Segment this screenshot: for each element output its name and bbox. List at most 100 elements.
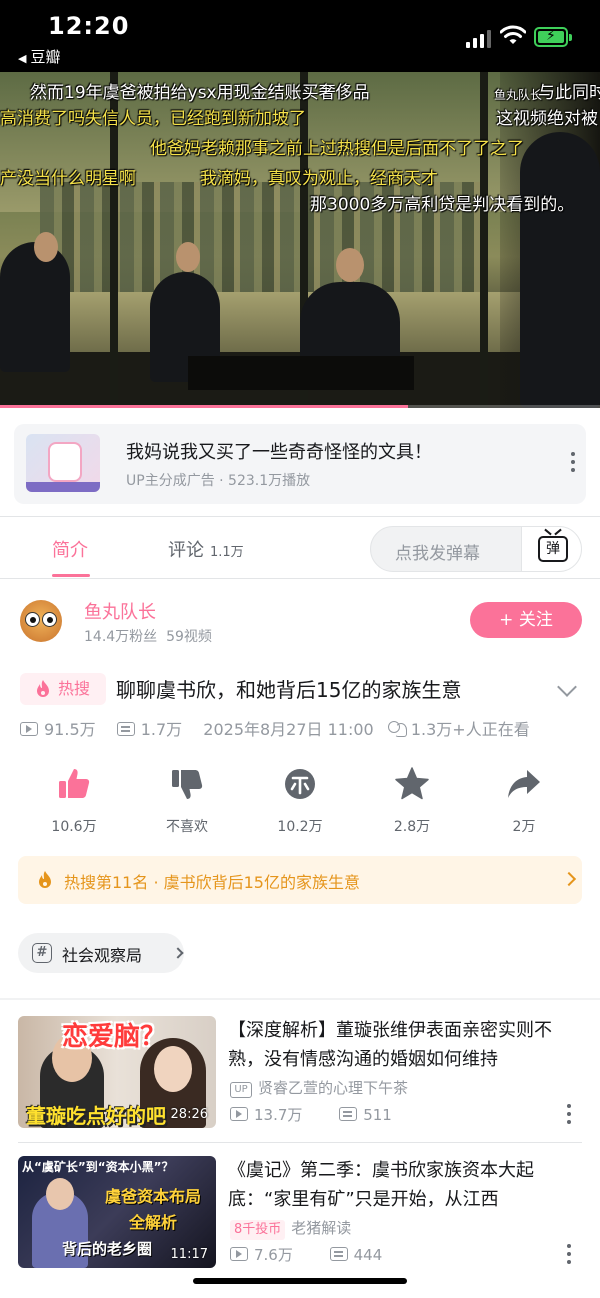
danmaku-comment: 然而19年虞爸被拍给ysx用现金结账买奢侈品 <box>30 83 370 103</box>
play-count-icon <box>230 1247 248 1261</box>
thumbs-up-icon <box>59 769 90 798</box>
divider <box>0 998 600 1000</box>
video-frame-person <box>520 132 600 408</box>
follow-button[interactable]: + 关注 <box>470 602 582 638</box>
play-count-icon <box>230 1107 248 1121</box>
more-options-icon[interactable] <box>566 1104 572 1128</box>
ad-thumbnail <box>26 434 100 492</box>
star-icon <box>395 767 429 800</box>
divider <box>0 578 600 579</box>
danmaku-comment: 高消费了吗失信人员，已经跑到新加坡了 <box>0 109 306 129</box>
uploader-videos: 59视频 <box>166 629 212 645</box>
favorite-count: 2.8万 <box>393 819 431 835</box>
more-options-icon[interactable] <box>566 1244 572 1268</box>
ad-card[interactable]: 我妈说我又买了一些奇奇怪怪的文具！ UP主分成广告 · 523.1万播放 <box>14 424 586 504</box>
uploader-meta: 14.4万粉丝 59视频 <box>84 626 212 646</box>
up-badge-icon: UP <box>230 1082 252 1098</box>
cellular-signal-icon <box>466 28 492 48</box>
danmaku-count: 1.7万 <box>116 720 190 739</box>
play-count-icon <box>20 722 38 736</box>
back-to-app-button[interactable]: ◀ 豆瓣 <box>18 46 60 67</box>
share-count: 2万 <box>512 819 536 835</box>
recommended-video-stats: 13.7万 511 <box>230 1104 424 1125</box>
recommended-video-title: 《虞记》第二季：虞书欣家族资本大起底：“家里有矿”只是开始，从江西 <box>228 1160 534 1210</box>
thumbnail-text: 虞爸资本布局全解析 <box>104 1187 201 1232</box>
uploader-avatar[interactable] <box>20 600 62 642</box>
danmaku-count-icon <box>116 722 135 736</box>
share-button[interactable]: 2万 <box>474 766 574 836</box>
flame-icon <box>39 871 51 888</box>
status-bar: 12:20 ◀ 豆瓣 ⚡ <box>0 0 600 72</box>
home-indicator[interactable] <box>193 1278 407 1284</box>
recommended-video-uploader: UP 贤睿乙萱的心理下午茶 <box>230 1077 408 1098</box>
divider <box>18 1142 582 1143</box>
uploader-name[interactable]: 鱼丸队长 <box>84 598 156 624</box>
active-tab-indicator <box>52 574 90 577</box>
recommended-video-stats: 7.6万 444 <box>230 1244 414 1265</box>
tab-comments[interactable]: 评论 1.1万 <box>168 536 244 562</box>
watching-now: 1.3万+人正在看 <box>387 720 538 739</box>
wifi-icon <box>500 25 526 44</box>
tab-comments-label: 评论 <box>168 540 204 561</box>
like-button[interactable]: 10.6万 <box>24 766 124 836</box>
hot-search-banner-text: 热搜第11名 · 虞书欣背后15亿的家族生意 <box>64 873 360 892</box>
back-app-label: 豆瓣 <box>30 48 61 66</box>
danmaku-comment: 那3000多万高利贷是判决看到的。 <box>310 195 575 215</box>
people-icon <box>387 721 407 737</box>
dislike-button[interactable]: 不喜欢 <box>137 766 237 836</box>
coin-icon <box>285 769 315 799</box>
tab-intro[interactable]: 简介 <box>52 536 88 562</box>
recommended-video-uploader: 8千投币 老猪解读 <box>230 1217 351 1240</box>
danmaku-toggle-button[interactable]: 弹 <box>521 527 581 571</box>
hot-search-tag-label: 热搜 <box>58 679 91 698</box>
chevron-right-icon <box>561 871 577 887</box>
hot-search-tag[interactable]: 热搜 <box>20 673 106 705</box>
uploader-fans: 14.4万粉丝 <box>84 629 158 645</box>
video-duration: 11:17 <box>170 1247 208 1262</box>
back-triangle-icon: ◀ <box>18 52 27 65</box>
thumbnail-text: 背后的老乡圈 <box>62 1240 153 1258</box>
thumbs-down-icon <box>172 770 203 799</box>
video-progress-fill <box>0 405 408 408</box>
danmaku-comment: 鱼丸队长 <box>494 88 543 102</box>
danmaku-comment: 产没当什么明星啊 <box>0 169 136 189</box>
video-stats: 91.5万 1.7万 2025年8月27日 11:00 1.3万+人正在看 <box>20 716 546 740</box>
danmaku-input[interactable]: 点我发弹幕 弹 <box>370 526 582 572</box>
danmaku-comment: 我滴妈，真叹为观止，经商天才 <box>200 169 438 189</box>
like-count: 10.6万 <box>51 819 97 835</box>
danmaku-comment: 他爸妈老赖那事之前上过热搜但是后面不了了之了 <box>150 139 524 159</box>
coin-button[interactable]: 10.2万 <box>250 766 350 836</box>
ad-title: 我妈说我又买了一些奇奇怪怪的文具！ <box>126 442 432 463</box>
video-thumbnail: 从“虞矿长”到“资本小黑”？ 虞爸资本布局全解析 背后的老乡圈 11:17 <box>18 1156 216 1268</box>
recommended-video[interactable]: 恋爱脑？ 董璇吃点好的吧 28:26 【深度解析】董璇张维伊表面亲密实则不熟，没… <box>0 1016 600 1146</box>
publish-date: 2025年8月27日 11:00 <box>203 720 374 739</box>
chevron-right-icon <box>172 947 184 959</box>
status-time: 12:20 <box>48 12 130 40</box>
coin-count: 10.2万 <box>277 819 323 835</box>
thumbnail-text: 恋爱脑？ <box>62 1022 167 1052</box>
share-icon <box>508 770 540 798</box>
ad-subtitle: UP主分成广告 · 523.1万播放 <box>126 473 311 489</box>
danmaku-tv-icon: 弹 <box>538 536 568 562</box>
divider <box>0 516 600 517</box>
more-options-icon[interactable] <box>570 452 576 476</box>
video-title: 聊聊虞书欣，和她背后15亿的家族生意 <box>116 678 462 702</box>
video-player[interactable]: 然而19年虞爸被拍给ysx用现金结账买奢侈品 高消费了吗失信人员，已经跑到新加坡… <box>0 72 600 408</box>
favorite-button[interactable]: 2.8万 <box>362 766 462 836</box>
danmaku-comment: 与此同时 <box>538 83 600 103</box>
video-thumbnail: 恋爱脑？ 董璇吃点好的吧 28:26 <box>18 1016 216 1128</box>
comments-count: 1.1万 <box>210 545 244 560</box>
channel-tag[interactable]: # 社会观察局 <box>18 933 184 973</box>
recommended-video[interactable]: 从“虞矿长”到“资本小黑”？ 虞爸资本布局全解析 背后的老乡圈 11:17 《虞… <box>0 1156 600 1286</box>
thumbnail-text: 从“虞矿长”到“资本小黑”？ <box>22 1160 174 1174</box>
battery-charging-icon: ⚡ <box>534 27 572 47</box>
danmaku-count-icon <box>339 1107 358 1121</box>
flame-icon <box>37 680 49 697</box>
view-count: 91.5万 <box>20 720 104 739</box>
video-duration: 28:26 <box>170 1107 208 1122</box>
video-frame-person <box>0 242 70 372</box>
hot-search-banner[interactable]: 热搜第11名 · 虞书欣背后15亿的家族生意 <box>18 856 582 904</box>
danmaku-count-icon <box>329 1247 348 1261</box>
video-progress-bar[interactable] <box>0 405 600 408</box>
chevron-down-icon[interactable] <box>557 677 577 697</box>
